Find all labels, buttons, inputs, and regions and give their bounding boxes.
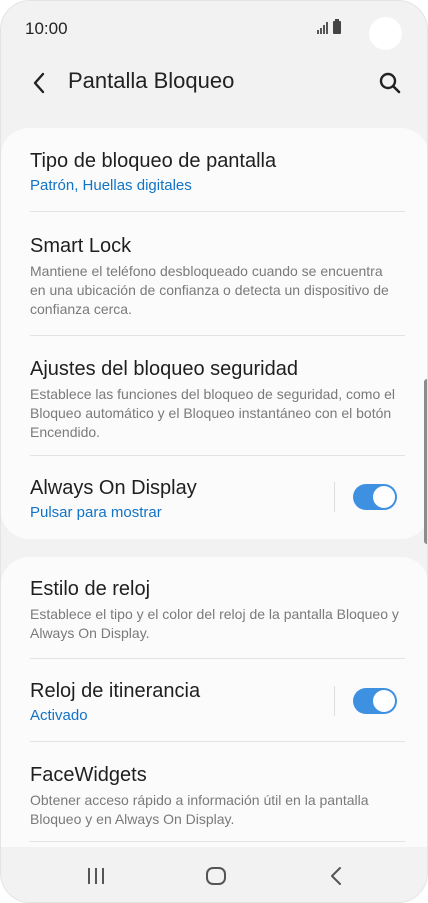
setting-description: Obtener acceso rápido a información útil… bbox=[30, 792, 369, 827]
setting-value: Patrón, Huellas digitales bbox=[30, 177, 192, 194]
signal-icon bbox=[317, 22, 328, 34]
setting-description: Establece el tipo y el color del reloj d… bbox=[30, 606, 399, 641]
setting-title: Estilo de reloj bbox=[30, 578, 151, 600]
setting-title: Tipo de bloqueo de pantalla bbox=[30, 150, 277, 172]
app-bar: Pantalla Bloqueo bbox=[1, 59, 427, 105]
setting-description: Establece las funciones del bloqueo de s… bbox=[30, 386, 396, 440]
status-icons bbox=[317, 19, 341, 34]
nav-back-button[interactable] bbox=[316, 861, 356, 891]
camera-cutout bbox=[369, 17, 402, 50]
setting-description: Mantiene el teléfono desbloqueado cuando… bbox=[30, 263, 389, 317]
divider bbox=[30, 841, 405, 842]
back-button[interactable] bbox=[23, 67, 55, 99]
settings-card-lock: Tipo de bloqueo de pantalla Patrón, Huel… bbox=[1, 128, 427, 539]
setting-clock-style[interactable]: Estilo de reloj Establece el tipo y el c… bbox=[1, 557, 427, 659]
setting-value: Activado bbox=[30, 707, 88, 724]
switch-separator bbox=[334, 482, 335, 512]
setting-smart-lock[interactable]: Smart Lock Mantiene el teléfono desbloqu… bbox=[1, 212, 427, 336]
settings-card-clock: Estilo de reloj Establece el tipo y el c… bbox=[1, 557, 427, 857]
phone-screen: 10:00 Pantalla Bloqueo Tipo de bloqueo d… bbox=[0, 0, 428, 903]
page-title: Pantalla Bloqueo bbox=[68, 68, 235, 93]
setting-always-on-display[interactable]: Always On Display Pulsar para mostrar bbox=[1, 456, 427, 539]
navigation-bar bbox=[1, 847, 427, 902]
search-button[interactable] bbox=[373, 67, 407, 99]
toggle-knob bbox=[373, 690, 395, 712]
home-button[interactable] bbox=[196, 861, 236, 891]
switch-separator bbox=[334, 686, 335, 716]
recents-icon bbox=[88, 868, 104, 884]
setting-title: Ajustes del bloqueo seguridad bbox=[30, 358, 298, 380]
toggle-knob bbox=[373, 486, 395, 508]
back-icon bbox=[331, 867, 341, 885]
chevron-left-icon bbox=[33, 72, 45, 94]
setting-facewidgets[interactable]: FaceWidgets Obtener acceso rápido a info… bbox=[1, 742, 427, 842]
setting-value: Pulsar para mostrar bbox=[30, 504, 162, 521]
search-icon bbox=[379, 72, 401, 94]
edge-panel-handle[interactable] bbox=[424, 379, 427, 544]
setting-roaming-clock[interactable]: Reloj de itinerancia Activado bbox=[1, 659, 427, 742]
setting-title: FaceWidgets bbox=[30, 764, 147, 786]
setting-title: Always On Display bbox=[30, 477, 197, 499]
setting-lock-type[interactable]: Tipo de bloqueo de pantalla Patrón, Huel… bbox=[1, 128, 427, 212]
status-bar: 10:00 bbox=[1, 1, 427, 59]
battery-icon bbox=[333, 19, 341, 34]
home-icon bbox=[206, 867, 226, 885]
status-time: 10:00 bbox=[25, 19, 68, 38]
setting-secure-lock[interactable]: Ajustes del bloqueo seguridad Establece … bbox=[1, 336, 427, 456]
setting-title: Reloj de itinerancia bbox=[30, 680, 201, 702]
always-on-display-toggle[interactable] bbox=[353, 484, 397, 510]
roaming-clock-toggle[interactable] bbox=[353, 688, 397, 714]
setting-title: Smart Lock bbox=[30, 235, 132, 257]
recents-button[interactable] bbox=[76, 861, 116, 891]
